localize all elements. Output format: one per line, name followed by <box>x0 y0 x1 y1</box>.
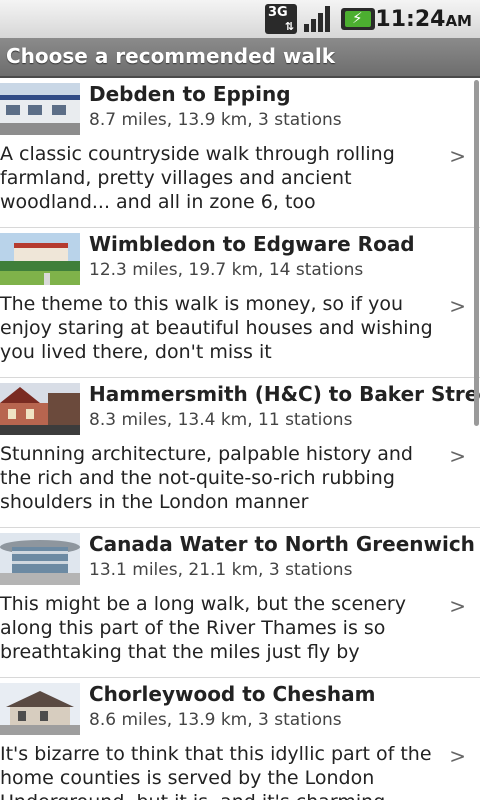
battery-charging-icon: ⚡ <box>341 8 375 30</box>
signal-strength-icon <box>302 4 334 34</box>
walk-distance-info: 8.7 miles, 13.9 km, 3 stations <box>89 110 342 130</box>
walk-title: Chorleywood to Chesham <box>89 682 376 706</box>
walk-thumbnail-image <box>0 83 80 135</box>
walk-thumbnail-image <box>0 683 80 735</box>
walk-item-hammersmith-baker[interactable]: Hammersmith (H&C) to Baker Street 8.3 mi… <box>0 378 480 528</box>
data-activity-arrows: ⇅ <box>284 20 294 33</box>
chevron-right-icon: > <box>449 294 466 318</box>
walk-thumbnail-image <box>0 383 80 435</box>
walk-distance-info: 12.3 miles, 19.7 km, 14 stations <box>89 260 364 280</box>
status-bar: 3G ⇅ ⚡ 11:24AM <box>0 0 480 39</box>
network-type-label: 3G <box>268 5 288 20</box>
network-3g-icon: 3G ⇅ <box>265 4 297 34</box>
walk-thumbnail-image <box>0 533 80 585</box>
walk-description: The theme to this walk is money, so if y… <box>0 293 433 363</box>
walk-item-canada-water-greenwich[interactable]: Canada Water to North Greenwich 13.1 mil… <box>0 528 480 678</box>
walk-description: This might be a long walk, but the scene… <box>0 593 406 663</box>
walk-distance-info: 8.6 miles, 13.9 km, 3 stations <box>89 710 342 730</box>
app-title-bar: Choose a recommended walk <box>0 38 480 78</box>
walk-description: A classic countryside walk through rolli… <box>0 143 395 213</box>
walk-distance-info: 13.1 miles, 21.1 km, 3 stations <box>89 560 353 580</box>
walk-item-debden-epping[interactable]: Debden to Epping 8.7 miles, 13.9 km, 3 s… <box>0 78 480 228</box>
status-clock: 11:24AM <box>375 7 472 32</box>
chevron-right-icon: > <box>449 444 466 468</box>
walk-title: Debden to Epping <box>89 82 291 106</box>
walk-title: Wimbledon to Edgware Road <box>89 232 415 256</box>
walk-list[interactable]: Debden to Epping 8.7 miles, 13.9 km, 3 s… <box>0 78 480 800</box>
walk-item-wimbledon-edgware[interactable]: Wimbledon to Edgware Road 12.3 miles, 19… <box>0 228 480 378</box>
list-scrollbar[interactable] <box>474 80 479 426</box>
chevron-right-icon: > <box>449 594 466 618</box>
clock-ampm: AM <box>445 12 472 30</box>
walk-thumbnail-image <box>0 233 80 285</box>
walk-title: Canada Water to North Greenwich <box>89 532 475 556</box>
walk-description: Stunning architecture, palpable history … <box>0 443 413 513</box>
walk-title: Hammersmith (H&C) to Baker Street <box>89 382 480 406</box>
chevron-right-icon: > <box>449 144 466 168</box>
walk-distance-info: 8.3 miles, 13.4 km, 11 stations <box>89 410 353 430</box>
walk-item-chorleywood-chesham[interactable]: Chorleywood to Chesham 8.6 miles, 13.9 k… <box>0 678 480 800</box>
page-title: Choose a recommended walk <box>6 44 336 68</box>
clock-time: 11:24 <box>375 7 446 32</box>
chevron-right-icon: > <box>449 744 466 768</box>
walk-description: It's bizarre to think that this idyllic … <box>0 743 432 800</box>
